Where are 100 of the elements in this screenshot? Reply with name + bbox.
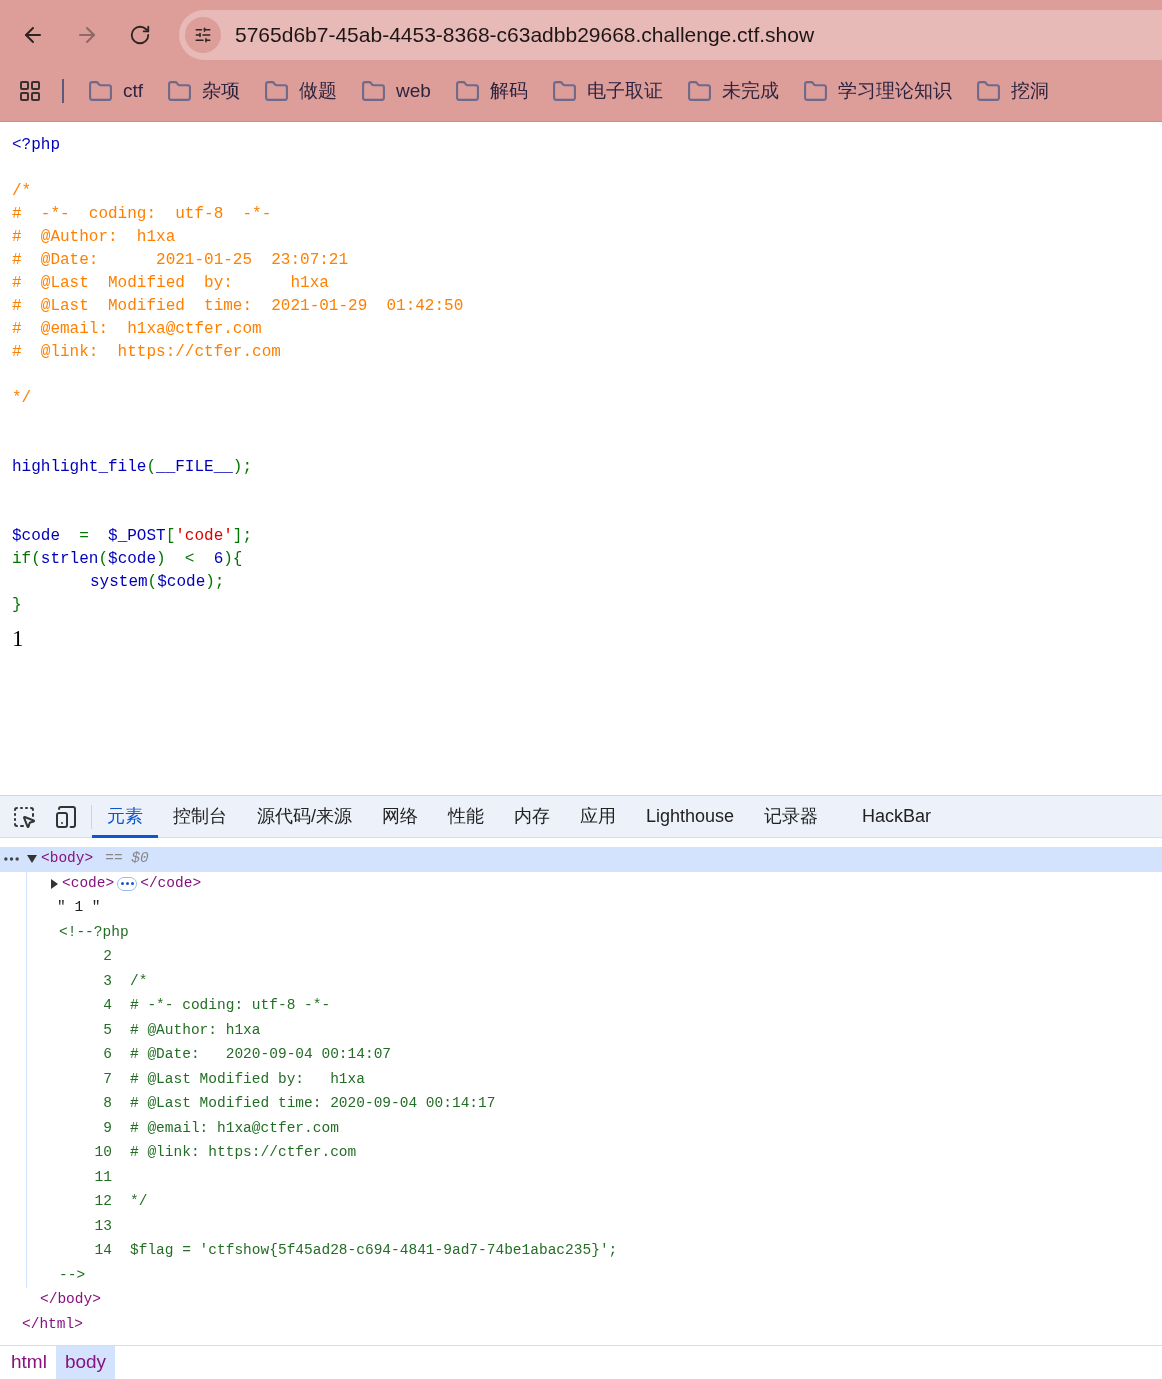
- folder-icon: [802, 78, 828, 104]
- breadcrumb[interactable]: body: [55, 1346, 116, 1379]
- line-number: 7: [102, 1069, 112, 1089]
- code-token: highlight_file: [12, 458, 147, 476]
- comment-line: # @Last Modified time: 2020-09-04 00:14:17: [130, 1094, 496, 1114]
- line-number: 12: [93, 1192, 112, 1212]
- comment-line: */: [130, 1192, 148, 1212]
- page-output: 1: [12, 625, 25, 653]
- line-number: 5: [102, 1020, 112, 1040]
- text-node[interactable]: " 1 ": [57, 897, 101, 920]
- devtools-tab[interactable]: 元素: [92, 795, 158, 838]
- line-number: 13: [93, 1216, 112, 1236]
- html-tag[interactable]: </code>: [140, 872, 202, 895]
- comment-line: # @email: h1xa@ctfer.com: [130, 1118, 339, 1138]
- breadcrumb[interactable]: html: [2, 1346, 56, 1379]
- code-token: $code: [157, 573, 206, 591]
- line-number: 3: [102, 971, 112, 991]
- devtools-tab[interactable]: 网络: [367, 795, 433, 838]
- bookmark-folder[interactable]: web: [361, 76, 431, 106]
- line-number: 9: [102, 1118, 112, 1138]
- bookmark-folder[interactable]: 挖洞: [975, 76, 1049, 106]
- code-token: $code: [108, 550, 157, 568]
- reload-icon[interactable]: [129, 24, 151, 46]
- code-token: ) <: [156, 550, 196, 568]
- html-tag[interactable]: </html>: [22, 1313, 83, 1336]
- line-number: 4: [102, 996, 112, 1016]
- line-number: 10: [93, 1143, 112, 1163]
- html-tag[interactable]: <code>: [62, 872, 115, 895]
- code-token: $code: [12, 527, 60, 545]
- devtools-tab[interactable]: 记录器: [749, 795, 834, 838]
- code-token: [: [165, 527, 176, 545]
- folder-icon: [167, 78, 193, 104]
- devtools-tab[interactable]: Lighthouse: [631, 795, 750, 838]
- comment-node[interactable]: <!--?php: [59, 921, 129, 944]
- folder-icon: [686, 78, 712, 104]
- bookmark-folder[interactable]: 电子取证: [551, 76, 663, 106]
- folder-icon: [264, 78, 290, 104]
- code-token: 6: [213, 550, 224, 568]
- comment-line: # @Date: 2020-09-04 00:14:07: [130, 1045, 392, 1065]
- devtools-tab[interactable]: 应用: [565, 795, 631, 838]
- line-number: 2: [102, 947, 112, 967]
- code-token: );: [232, 458, 253, 476]
- selected-node-marker: == $0: [105, 849, 149, 869]
- code-token: }: [12, 596, 22, 614]
- code-token: (: [146, 458, 157, 476]
- line-number: 14: [93, 1241, 112, 1261]
- code-token: # @Date: 2021-01-25 23:07:21: [12, 251, 349, 269]
- collapsed-arrow-icon[interactable]: [51, 878, 58, 889]
- bookmark-folder[interactable]: 学习理论知识: [802, 76, 952, 106]
- code-token: if(: [12, 550, 41, 568]
- code-token: system: [90, 573, 148, 591]
- line-number: 6: [102, 1045, 112, 1065]
- address-bar[interactable]: 5765d6b7-45ab-4453-8368-c63adbb29668.challenge.ctf.show: [179, 10, 1162, 60]
- code-token: # @Last Modified time: 2021-01-29 01:42:50: [12, 297, 464, 315]
- comment-node[interactable]: -->: [59, 1264, 86, 1287]
- code-token: /*: [12, 182, 32, 200]
- code-token: # @Last Modified by: h1xa: [12, 274, 329, 292]
- folder-icon: [88, 78, 113, 104]
- apps-icon[interactable]: [18, 79, 42, 103]
- url-text[interactable]: 5765d6b7-45ab-4453-8368-c63adbb29668.challenge.ctf.show: [235, 19, 815, 51]
- devtools-tab[interactable]: 内存: [499, 795, 565, 838]
- devtools-tab[interactable]: HackBar: [847, 795, 947, 838]
- html-tag[interactable]: <body>: [41, 848, 94, 871]
- bookmark-folder[interactable]: 未完成: [686, 76, 779, 106]
- bookmark-folder[interactable]: 做题: [264, 76, 338, 106]
- devtools-tab[interactable]: 源代码/来源: [242, 795, 367, 838]
- code-token: );: [205, 573, 225, 591]
- devtools-tab[interactable]: 控制台: [158, 795, 242, 838]
- bookmark-folder[interactable]: ctf: [88, 76, 144, 106]
- comment-line: # @Last Modified by: h1xa: [130, 1069, 365, 1089]
- code-token: __FILE__: [156, 458, 233, 476]
- device-toolbar-icon[interactable]: [54, 804, 78, 829]
- folder-icon: [551, 78, 577, 104]
- line-number: 11: [93, 1167, 112, 1187]
- comment-line: /*: [130, 971, 148, 991]
- site-settings-icon[interactable]: [185, 17, 221, 53]
- devtools-tab[interactable]: 性能: [433, 795, 499, 838]
- code-token: # @link: https://ctfer.com: [12, 343, 281, 361]
- code-token: strlen: [40, 550, 99, 568]
- html-tag[interactable]: </body>: [40, 1289, 101, 1312]
- code-token: $_POST: [108, 527, 166, 545]
- comment-line: # @link: https://ctfer.com: [130, 1143, 357, 1163]
- more-icon[interactable]: [4, 857, 19, 862]
- code-token: # -*- coding: utf-8 -*-: [12, 205, 272, 223]
- comment-line: # @Author: h1xa: [130, 1020, 261, 1040]
- code-token: ){: [223, 550, 243, 568]
- inspect-icon[interactable]: [12, 804, 36, 829]
- code-token: =: [78, 527, 90, 545]
- folder-icon: [361, 78, 387, 104]
- code-token: # @email: h1xa@ctfer.com: [12, 320, 262, 338]
- code-token: ];: [232, 527, 253, 545]
- code-token: (: [98, 550, 109, 568]
- code-token: # @Author: h1xa: [12, 228, 176, 246]
- code-token: */: [12, 389, 32, 407]
- expanded-arrow-icon[interactable]: [27, 855, 37, 864]
- comment-line: $flag = 'ctfshow{5f45ad28-c694-4841-9ad7-74be1abac235}';: [130, 1241, 618, 1261]
- bookmark-folder[interactable]: 解码: [454, 76, 528, 106]
- folder-icon: [454, 78, 480, 104]
- line-number: 8: [102, 1094, 112, 1114]
- bookmark-folder[interactable]: 杂项: [167, 76, 241, 106]
